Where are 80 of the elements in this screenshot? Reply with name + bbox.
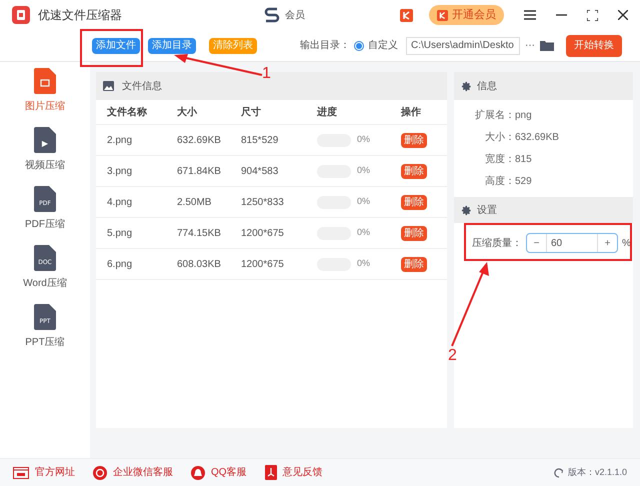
info-label: 大小：: [484, 130, 515, 145]
delete-button[interactable]: 删除: [401, 164, 427, 178]
info-label: 扩展名：: [474, 108, 515, 123]
column-header: 尺寸: [241, 106, 262, 120]
brand-icon: [437, 10, 448, 20]
member-logo-icon: [263, 7, 281, 23]
more-button[interactable]: ···: [525, 38, 535, 53]
progress-text: 0%: [357, 195, 370, 208]
table-cell-text: 815*529: [241, 134, 280, 148]
gear-icon: [461, 80, 472, 92]
panel-title: 文件信息: [122, 80, 162, 94]
progress-text: 0%: [357, 226, 370, 240]
progress-text: 0%: [357, 164, 370, 178]
table-cell-text: 671.84KB: [177, 164, 222, 178]
progress-text: 0%: [357, 133, 370, 146]
highlight-frame: [80, 29, 143, 67]
menu-icon[interactable]: [524, 10, 536, 20]
sidebar-item[interactable]: ▶ 视频压缩: [25, 127, 65, 173]
file-icon: [34, 68, 56, 94]
table-cell-text: 4.png: [107, 196, 134, 210]
output-label: 输出目录：: [300, 38, 350, 53]
column-header: 文件名称: [107, 106, 148, 120]
table-cell-text: 2.50MB: [177, 196, 212, 210]
browser-icon: [13, 466, 29, 478]
table-cell-text: 1200*675: [241, 258, 285, 272]
quality-label: 压缩质量：: [472, 236, 522, 250]
delete-button[interactable]: 删除: [401, 256, 427, 272]
info-value: 632.69KB: [515, 131, 559, 145]
annotation-number: 2: [448, 348, 457, 364]
table-cell-text: 2.png: [107, 134, 134, 148]
table-cell-text: 1250*833: [241, 196, 285, 210]
column-header: 操作: [401, 106, 422, 120]
vip-button[interactable]: 开通会员: [429, 5, 504, 25]
footer-link[interactable]: 企业微信客服: [93, 465, 173, 480]
panel-title: 信息: [477, 80, 497, 94]
table-cell-text: 6.png: [107, 258, 134, 272]
footer-link[interactable]: 意见反馈: [264, 465, 323, 480]
sidebar-item[interactable]: 图片压缩: [25, 68, 65, 114]
table-cell-text: 1200*675: [241, 226, 285, 240]
quality-stepper[interactable]: − 60 +: [526, 233, 618, 253]
refresh-icon: [554, 468, 564, 478]
column-header: 大小: [177, 106, 198, 120]
info-value: png: [515, 109, 532, 123]
member-label: 会员: [285, 8, 305, 22]
info-label: 高度：: [484, 174, 515, 189]
column-header: 进度: [317, 105, 338, 120]
close-icon[interactable]: [618, 10, 628, 20]
document-icon: [264, 465, 277, 480]
app-logo-icon: [12, 6, 30, 24]
toolbar-button[interactable]: 添加目录: [148, 38, 196, 54]
custom-radio[interactable]: 自定义: [354, 38, 398, 53]
output-path-field[interactable]: C:\Users\admin\Deskto: [406, 36, 520, 54]
brand-icon[interactable]: [400, 8, 413, 22]
annotation-number: 1: [262, 66, 271, 82]
table-cell-text: 904*583: [241, 164, 280, 178]
delete-button[interactable]: 删除: [401, 194, 427, 210]
progress-text: 0%: [357, 257, 370, 270]
window-title: 优速文件压缩器: [38, 7, 122, 24]
delete-button[interactable]: 删除: [401, 226, 427, 240]
version-text: 版本：v2.1.1.0: [568, 466, 627, 479]
footer-link[interactable]: QQ客服: [191, 465, 247, 480]
file-icon: ▶: [34, 127, 56, 153]
info-value: 529: [515, 175, 532, 189]
toolbar-button[interactable]: 添加文件: [92, 38, 140, 54]
start-button[interactable]: 开始转换: [566, 34, 622, 56]
info-label: 宽度：: [484, 152, 515, 167]
fullscreen-icon[interactable]: [587, 10, 598, 20]
folder-icon[interactable]: [540, 40, 554, 51]
image-icon: [103, 81, 114, 91]
panel-title: 设置: [477, 204, 497, 218]
gear-icon: [461, 204, 472, 216]
table-cell-text: 774.15KB: [177, 226, 222, 240]
info-value: 815: [515, 153, 532, 167]
minimize-icon[interactable]: [556, 14, 567, 16]
table-cell-text: 632.69KB: [177, 134, 222, 148]
delete-button[interactable]: 删除: [401, 132, 427, 148]
table-cell-text: 3.png: [107, 164, 134, 178]
table-cell-text: 5.png: [107, 226, 134, 240]
footer-link[interactable]: 官方网址: [13, 465, 75, 480]
table-cell-text: 608.03KB: [177, 258, 222, 272]
